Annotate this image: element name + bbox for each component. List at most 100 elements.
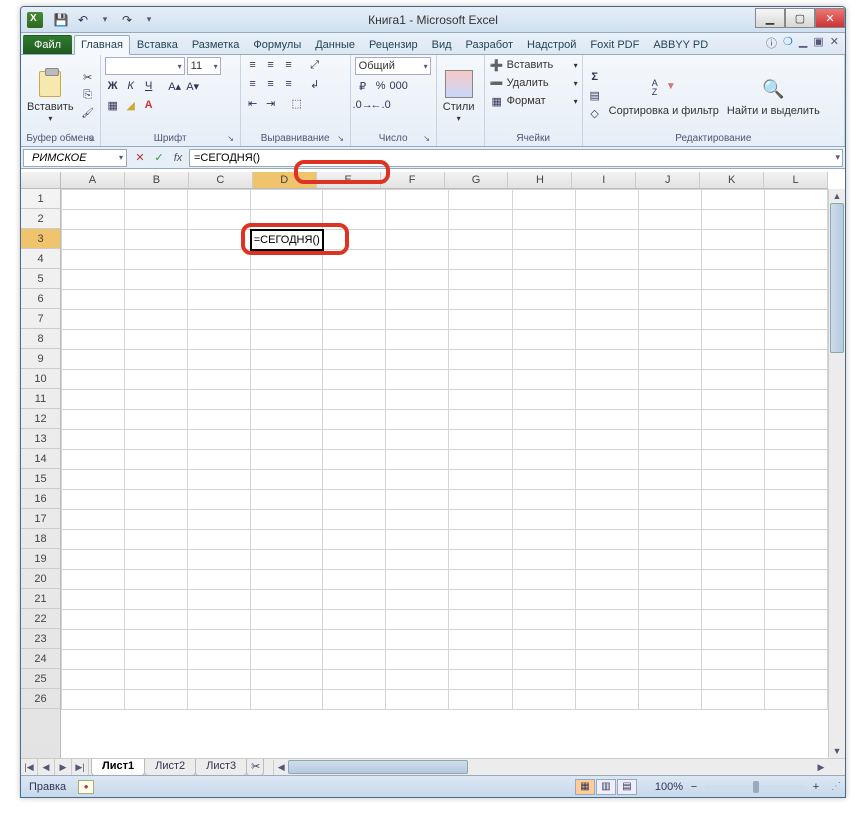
cell[interactable]	[188, 510, 251, 530]
cell[interactable]	[125, 190, 188, 210]
font-size-combo[interactable]: 11	[187, 57, 221, 75]
cell[interactable]: =СЕГОДНЯ()	[251, 230, 323, 250]
cell[interactable]	[638, 310, 701, 330]
sheet-tab[interactable]: Лист2	[144, 759, 196, 776]
cell[interactable]	[512, 410, 575, 430]
cell[interactable]	[62, 430, 125, 450]
cell[interactable]	[449, 370, 512, 390]
cell[interactable]	[323, 210, 386, 230]
cell[interactable]	[323, 530, 386, 550]
tab-вставка[interactable]: Вставка	[130, 35, 185, 54]
cell[interactable]	[512, 210, 575, 230]
cell[interactable]	[62, 690, 125, 710]
cell[interactable]	[251, 450, 323, 470]
format-cells-button[interactable]: ▦Формат▾	[489, 93, 578, 109]
cell[interactable]	[764, 410, 827, 430]
cell[interactable]	[386, 570, 449, 590]
cell[interactable]	[449, 350, 512, 370]
doc-close-button[interactable]: ✕	[830, 35, 839, 51]
cell[interactable]	[449, 670, 512, 690]
indent-button[interactable]: ⇥	[263, 95, 279, 111]
row-header[interactable]: 9	[21, 349, 60, 369]
cell[interactable]	[62, 190, 125, 210]
cell[interactable]	[188, 410, 251, 430]
row-header[interactable]: 11	[21, 389, 60, 409]
sort-filter-button[interactable]: Сортировка и фильтр	[607, 73, 721, 117]
cell[interactable]	[188, 230, 251, 250]
cell[interactable]	[701, 370, 764, 390]
cell[interactable]	[386, 690, 449, 710]
cell[interactable]	[512, 430, 575, 450]
cell[interactable]	[62, 490, 125, 510]
insert-cells-button[interactable]: ➕Вставить▾	[489, 57, 578, 73]
styles-button[interactable]: Стили ▾	[441, 68, 477, 123]
cell[interactable]	[386, 610, 449, 630]
cell[interactable]	[386, 490, 449, 510]
col-header[interactable]: F	[381, 172, 445, 188]
cell[interactable]	[575, 570, 638, 590]
cell[interactable]	[386, 590, 449, 610]
horizontal-scrollbar[interactable]	[273, 760, 845, 775]
cell[interactable]	[125, 410, 188, 430]
shrink-font-button[interactable]: A▾	[185, 78, 201, 94]
bold-button[interactable]: Ж	[105, 78, 121, 94]
cell[interactable]	[764, 310, 827, 330]
cell[interactable]	[62, 510, 125, 530]
cell[interactable]	[386, 530, 449, 550]
cell[interactable]	[62, 350, 125, 370]
cell[interactable]	[512, 250, 575, 270]
cell[interactable]	[323, 310, 386, 330]
cell[interactable]	[62, 530, 125, 550]
cell[interactable]	[638, 390, 701, 410]
cell[interactable]	[251, 530, 323, 550]
row-header[interactable]: 5	[21, 269, 60, 289]
cell[interactable]	[764, 250, 827, 270]
align-mid-button[interactable]: ≡	[263, 57, 279, 73]
cell[interactable]	[638, 450, 701, 470]
cell[interactable]	[188, 470, 251, 490]
cell[interactable]	[125, 690, 188, 710]
row-header[interactable]: 4	[21, 249, 60, 269]
cell[interactable]	[251, 630, 323, 650]
cell[interactable]	[575, 470, 638, 490]
cell[interactable]	[575, 690, 638, 710]
col-header[interactable]: B	[125, 172, 189, 188]
cell[interactable]	[188, 630, 251, 650]
cell[interactable]	[638, 570, 701, 590]
clipboard-launcher[interactable]	[86, 134, 96, 144]
cut-button[interactable]	[80, 69, 96, 85]
cell[interactable]	[512, 190, 575, 210]
cell[interactable]	[575, 270, 638, 290]
cell[interactable]	[323, 370, 386, 390]
cell[interactable]	[638, 590, 701, 610]
cell[interactable]	[764, 370, 827, 390]
cell[interactable]	[638, 510, 701, 530]
cell[interactable]	[449, 690, 512, 710]
cell[interactable]	[764, 390, 827, 410]
cell[interactable]	[575, 630, 638, 650]
zoom-percent[interactable]: 100%	[643, 781, 683, 793]
cell[interactable]	[323, 250, 386, 270]
vscroll-thumb[interactable]	[830, 203, 844, 353]
cell[interactable]	[575, 290, 638, 310]
cell[interactable]	[323, 330, 386, 350]
col-header[interactable]: K	[700, 172, 764, 188]
cell[interactable]	[575, 610, 638, 630]
scroll-left-button[interactable]	[274, 760, 288, 775]
cell[interactable]	[125, 230, 188, 250]
expand-formula-bar[interactable]	[835, 152, 840, 163]
cell[interactable]	[575, 350, 638, 370]
cell[interactable]	[638, 230, 701, 250]
zoom-out-button[interactable]: −	[687, 781, 701, 793]
cell[interactable]	[449, 190, 512, 210]
cell[interactable]	[125, 630, 188, 650]
cell[interactable]	[251, 430, 323, 450]
cell[interactable]	[386, 270, 449, 290]
cell[interactable]	[62, 270, 125, 290]
cell[interactable]	[386, 670, 449, 690]
cell[interactable]	[188, 250, 251, 270]
sheet-tab[interactable]: Лист1	[91, 759, 145, 776]
cell[interactable]	[512, 270, 575, 290]
cell[interactable]	[512, 370, 575, 390]
cell[interactable]	[512, 690, 575, 710]
